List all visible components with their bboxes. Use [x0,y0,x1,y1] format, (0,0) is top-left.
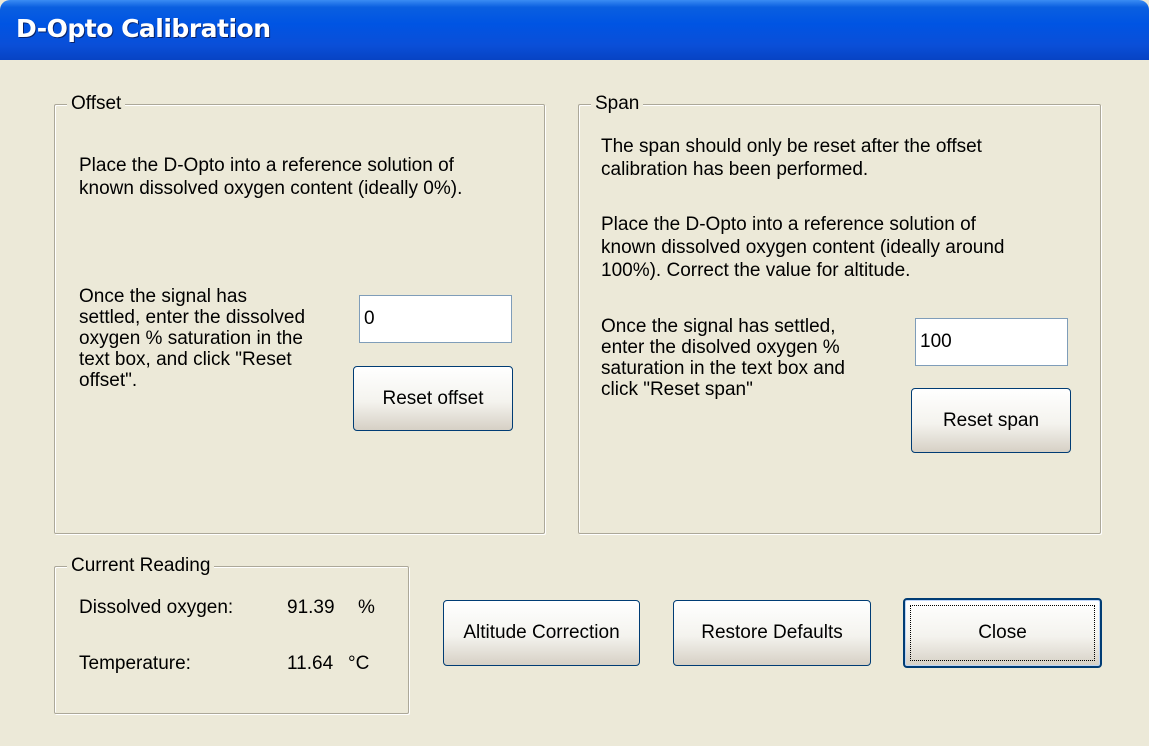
span-note-line: The span should only be reset after the … [601,136,982,157]
span-instr-line: click "Reset span" [601,379,753,400]
offset-instr-line: Once the signal has [79,286,247,307]
close-button-label: Close [978,622,1027,643]
temperature-label: Temperature: [79,653,191,674]
span-intro-text: Place the D-Opto into a reference soluti… [601,213,1091,282]
title-bar[interactable]: D-Opto Calibration [0,0,1149,60]
span-instr-line: Once the signal has settled, [601,316,836,337]
reset-offset-button[interactable]: Reset offset [353,366,513,431]
restore-defaults-button[interactable]: Restore Defaults [673,600,871,666]
span-instr-line: saturation in the text box and [601,358,845,379]
span-intro-line: Place the D-Opto into a reference soluti… [601,214,976,235]
dissolved-oxygen-value: 91.39 [287,597,335,618]
reset-span-button[interactable]: Reset span [911,388,1071,453]
offset-intro-line: Place the D-Opto into a reference soluti… [79,155,454,176]
span-instr-line: enter the disolved oxygen % [601,337,840,358]
span-group: Span The span should only be reset after… [578,91,1101,534]
temperature-unit: °C [348,653,370,674]
span-value-input[interactable] [915,318,1068,366]
dissolved-oxygen-label: Dissolved oxygen: [79,597,234,618]
current-reading-legend: Current Reading [67,553,215,579]
offset-instr-line: oxygen % saturation in the [79,328,303,349]
offset-instr-line: offset". [79,370,138,391]
calibration-window: D-Opto Calibration Offset Place the D-Op… [0,0,1149,746]
dissolved-oxygen-unit: % [358,597,375,618]
offset-group: Offset Place the D-Opto into a reference… [54,91,545,534]
span-intro-line: known dissolved oxygen content (ideally … [601,237,1005,258]
span-instructions: Once the signal has settled, enter the d… [601,316,921,400]
close-button[interactable]: Close [903,598,1102,668]
offset-intro-text: Place the D-Opto into a reference soluti… [79,154,539,200]
offset-legend: Offset [67,91,126,117]
span-note-line: calibration has been performed. [601,159,869,180]
current-reading-group: Current Reading Dissolved oxygen: 91.39 … [54,553,409,714]
span-note-text: The span should only be reset after the … [601,135,1091,181]
offset-value-input[interactable] [359,295,512,343]
dialog-body: Offset Place the D-Opto into a reference… [0,60,1149,746]
offset-intro-line: known dissolved oxygen content (ideally … [79,178,463,199]
altitude-correction-button[interactable]: Altitude Correction [443,600,640,666]
span-intro-line: 100%). Correct the value for altitude. [601,260,911,281]
offset-instructions: Once the signal has settled, enter the d… [79,286,359,391]
offset-instr-line: settled, enter the dissolved [79,307,306,328]
temperature-value: 11.64 [287,653,334,674]
offset-instr-line: text box, and click "Reset [79,349,292,370]
window-title: D-Opto Calibration [16,14,271,43]
span-legend: Span [591,91,644,117]
